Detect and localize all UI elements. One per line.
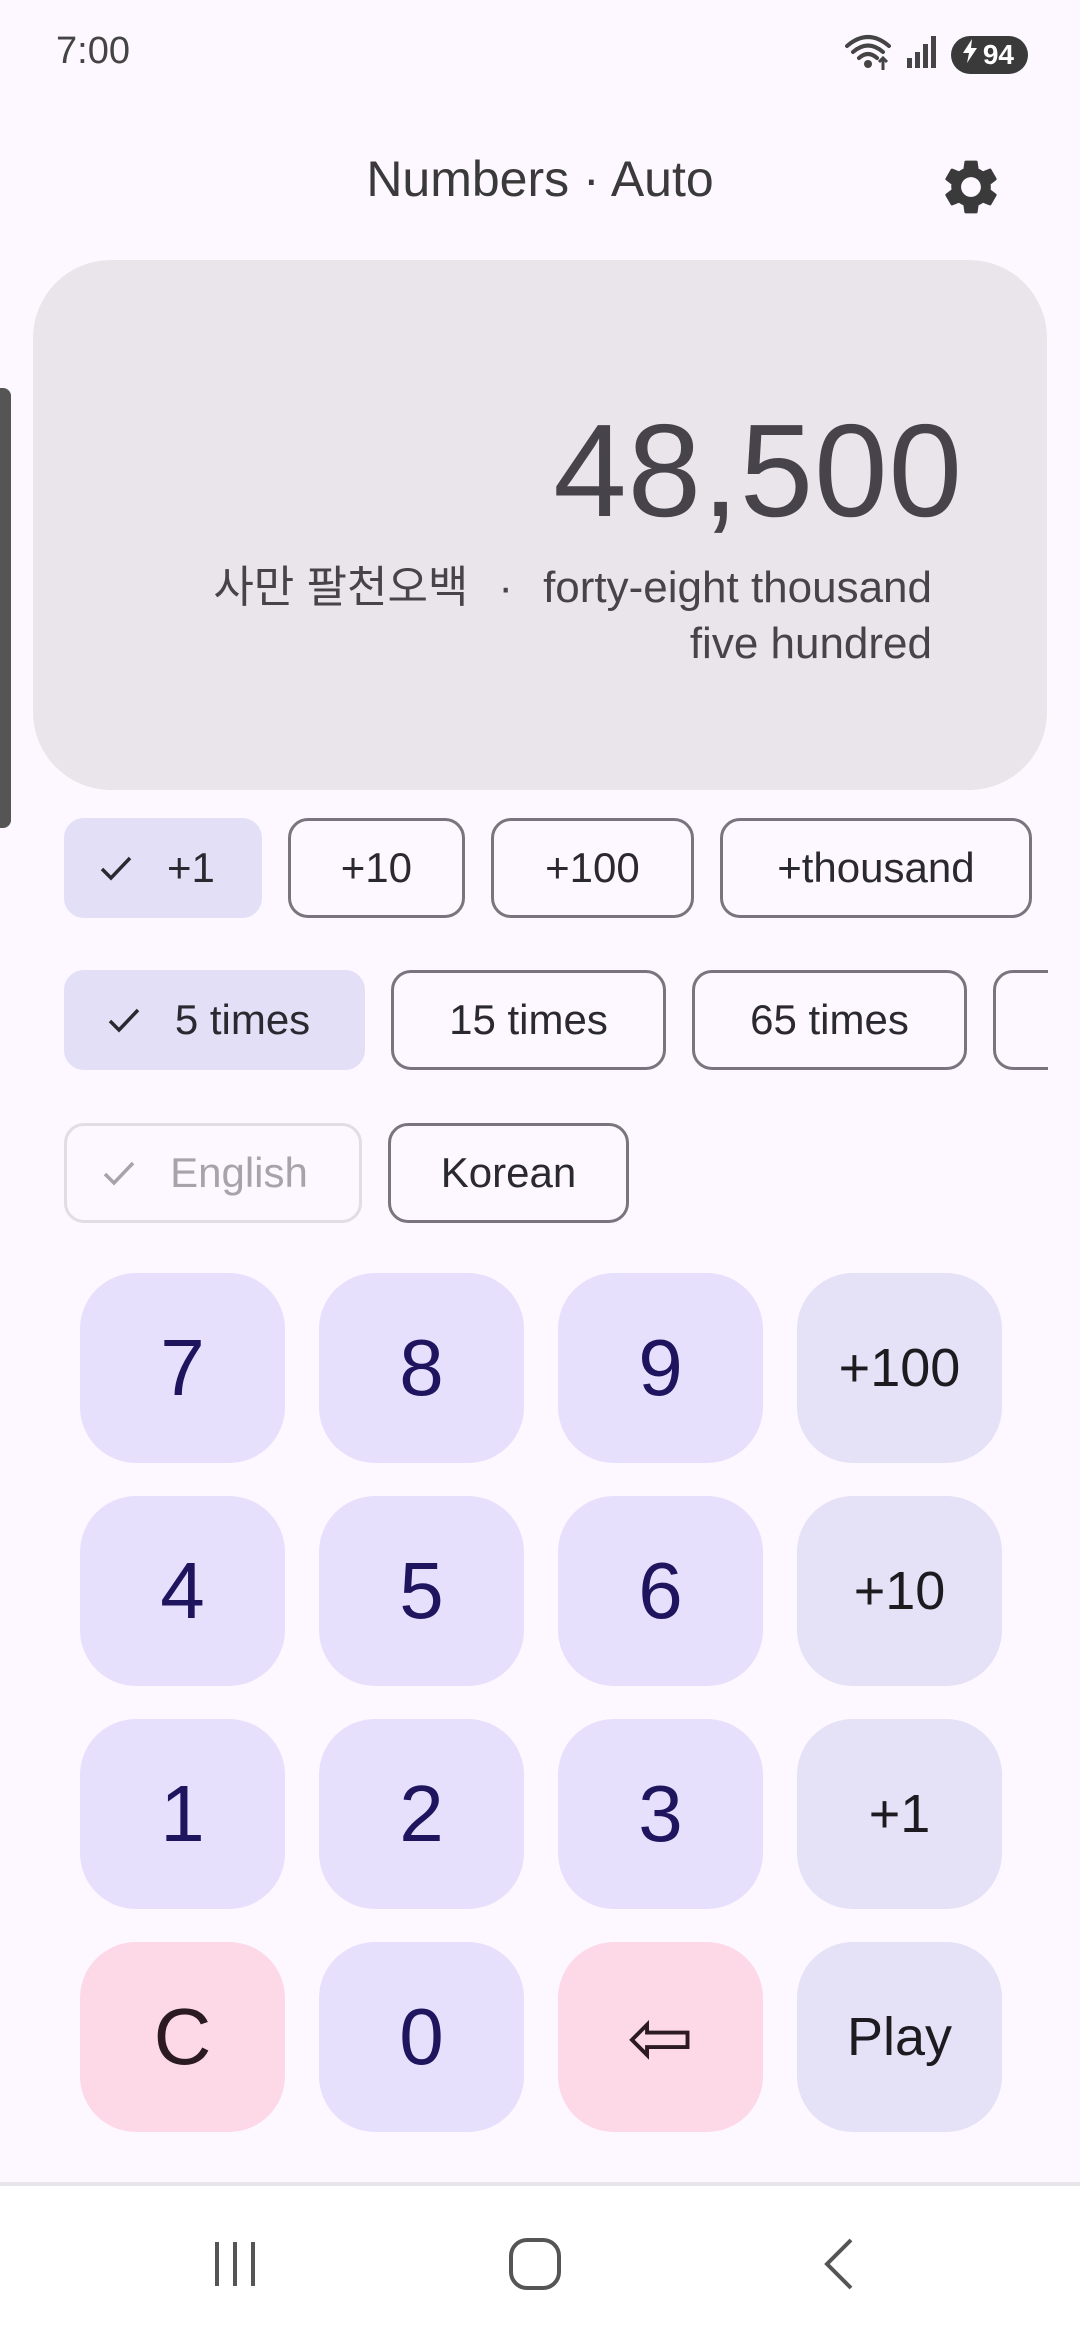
battery-level: 94 <box>982 38 1014 70</box>
chip-label: Korean <box>440 1149 577 1196</box>
chip-label: +10 <box>340 844 413 891</box>
key-0[interactable]: 0 <box>319 1942 524 2132</box>
check-icon <box>102 1159 136 1187</box>
current-number: 48,500 <box>553 397 963 544</box>
chip-step-thousand[interactable]: +thousand <box>719 818 1032 918</box>
check-icon <box>107 1006 141 1034</box>
status-bar: 7:00 94 <box>0 0 1080 110</box>
english-reading-line2: five hundred <box>689 619 932 668</box>
repeat-chip-group: 5 times 15 times 65 times <box>64 970 1048 1070</box>
keypad: 7 8 9 +100 4 5 6 +10 1 2 3 +1 C 0 ⇦ Play <box>80 1273 1002 2132</box>
play-button[interactable]: Play <box>797 1942 1002 2132</box>
battery-indicator: 94 <box>950 35 1028 74</box>
chip-step-100[interactable]: +100 <box>490 818 694 918</box>
backspace-button[interactable]: ⇦ <box>558 1942 763 2132</box>
chip-repeat-65[interactable]: 65 times <box>692 970 967 1070</box>
clear-button[interactable]: C <box>80 1942 285 2132</box>
key-plus-10[interactable]: +10 <box>797 1496 1002 1686</box>
spelled-number: 사만 팔천오백 · forty-eight thousand five hundre… <box>120 560 932 672</box>
chip-step-10[interactable]: +10 <box>287 818 465 918</box>
key-9[interactable]: 9 <box>558 1273 763 1463</box>
recents-button[interactable] <box>190 2226 280 2306</box>
chip-language-english[interactable]: English <box>64 1123 362 1223</box>
chip-label: +100 <box>545 844 640 891</box>
status-icons: 94 <box>843 32 1028 77</box>
key-6[interactable]: 6 <box>558 1496 763 1686</box>
chip-label: +thousand <box>777 844 975 891</box>
chip-label: +1 <box>167 844 215 891</box>
chip-step-1[interactable]: +1 <box>64 818 262 918</box>
chip-label: 15 times <box>449 996 608 1043</box>
key-7[interactable]: 7 <box>80 1273 285 1463</box>
english-reading-line1: forty-eight thousand <box>543 563 932 612</box>
status-time: 7:00 <box>56 30 130 72</box>
wifi-icon <box>843 32 893 77</box>
key-plus-100[interactable]: +100 <box>797 1273 1002 1463</box>
page-title: Numbers · Auto <box>366 151 714 207</box>
chip-language-korean[interactable]: Korean <box>388 1123 629 1223</box>
chip-repeat-5[interactable]: 5 times <box>64 970 365 1070</box>
key-3[interactable]: 3 <box>558 1719 763 1909</box>
settings-button[interactable] <box>930 148 1012 230</box>
back-icon <box>815 2234 865 2299</box>
key-plus-1[interactable]: +1 <box>797 1719 1002 1909</box>
chip-repeat-more[interactable] <box>993 970 1048 1070</box>
chip-label: 5 times <box>174 996 311 1043</box>
korean-reading: 사만 팔천오백 <box>213 563 469 612</box>
key-4[interactable]: 4 <box>80 1496 285 1686</box>
chip-repeat-15[interactable]: 15 times <box>391 970 666 1070</box>
back-button[interactable] <box>795 2226 885 2306</box>
recents-icon <box>207 2236 263 2297</box>
key-2[interactable]: 2 <box>319 1719 524 1909</box>
system-nav-bar <box>0 2186 1080 2340</box>
home-button[interactable] <box>490 2226 580 2306</box>
language-chip-group: English Korean <box>64 1123 629 1223</box>
reading-separator: · <box>498 563 514 612</box>
chip-label: 65 times <box>750 996 909 1043</box>
chip-label: English <box>170 1149 308 1196</box>
step-chip-group: +1 +10 +100 +thousand <box>64 818 1032 918</box>
signal-icon <box>905 34 939 75</box>
edge-panel-handle[interactable] <box>0 388 11 828</box>
key-5[interactable]: 5 <box>319 1496 524 1686</box>
key-8[interactable]: 8 <box>319 1273 524 1463</box>
battery-charging-icon <box>961 38 979 71</box>
gear-icon <box>938 154 1004 225</box>
check-icon <box>99 854 133 882</box>
key-1[interactable]: 1 <box>80 1719 285 1909</box>
home-icon <box>505 2234 565 2299</box>
